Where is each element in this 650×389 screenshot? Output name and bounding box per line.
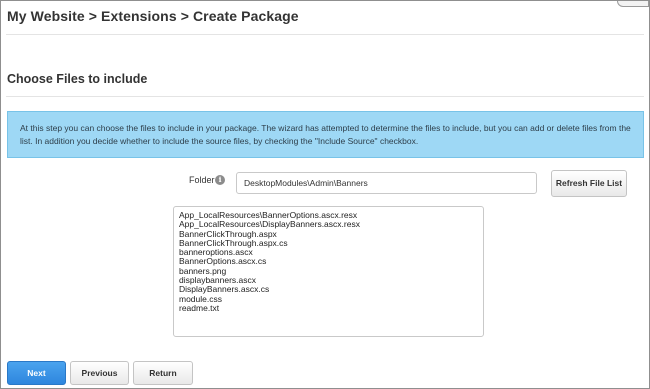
- file-list-box[interactable]: App_LocalResources\BannerOptions.ascx.re…: [173, 206, 484, 337]
- file-list-item[interactable]: module.css: [179, 294, 478, 304]
- file-list: App_LocalResources\BannerOptions.ascx.re…: [179, 210, 478, 313]
- section-divider: [6, 96, 644, 97]
- help-info-icon[interactable]: i: [215, 175, 225, 185]
- window-corner-tab: [617, 1, 649, 7]
- page-frame: My Website > Extensions > Create Package…: [0, 0, 650, 389]
- return-button[interactable]: Return: [133, 361, 193, 385]
- info-message-box: At this step you can choose the files to…: [7, 111, 644, 158]
- file-list-item[interactable]: DisplayBanners.ascx.cs: [179, 285, 478, 295]
- breadcrumb: My Website > Extensions > Create Package: [7, 8, 299, 24]
- info-message-text: At this step you can choose the files to…: [20, 123, 631, 146]
- folder-input[interactable]: [236, 172, 537, 194]
- refresh-file-list-button[interactable]: Refresh File List: [551, 170, 627, 197]
- header-divider: [6, 34, 644, 35]
- previous-button[interactable]: Previous: [70, 361, 129, 385]
- section-title: Choose Files to include: [7, 72, 148, 86]
- next-button[interactable]: Next: [7, 361, 66, 385]
- folder-label: Folder: [189, 175, 215, 185]
- file-list-item[interactable]: readme.txt: [179, 303, 478, 313]
